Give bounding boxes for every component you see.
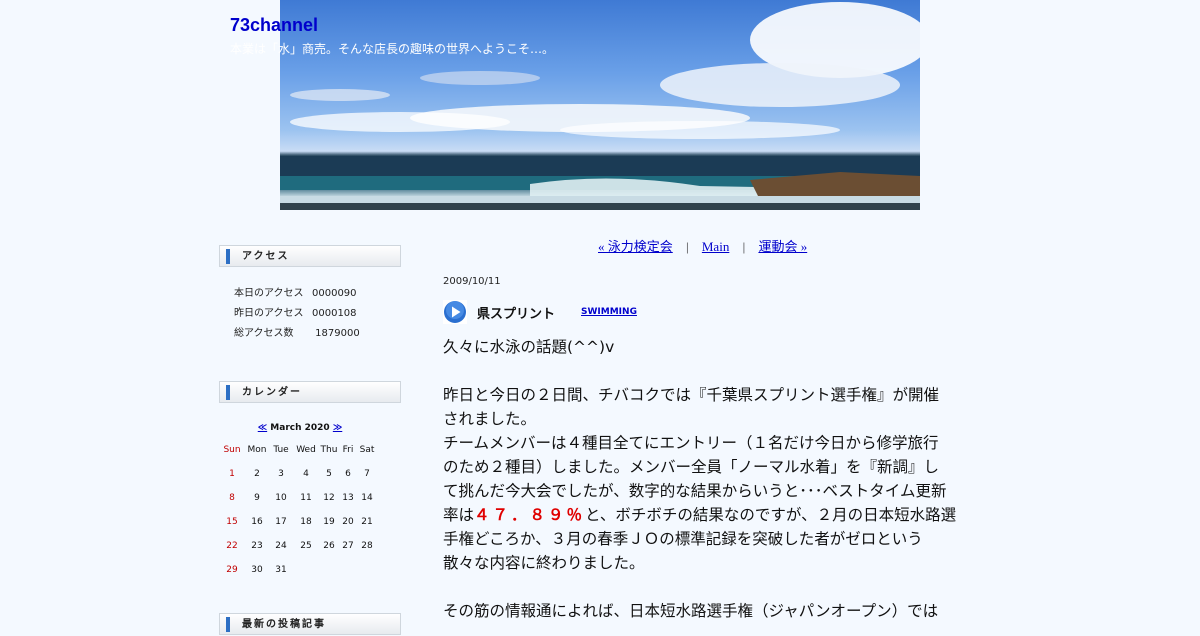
post-line: 散々な内容に終わりました。 [443, 554, 645, 572]
calendar-day: 10 [275, 493, 287, 503]
post-line: 手権どころか、３月の春季ＪＯの標準記録を突破した者がゼロという [443, 530, 923, 548]
calendar-month: March 2020 [270, 423, 330, 433]
calendar-grid: Sun Mon Tue Wed Thu Fri Sat 1 2 3 4 5 6 7 8 9 10 11 12 13 14… [219, 444, 381, 588]
post-line: その筋の情報通によれば、日本短水路選手権（ジャパンオープン）では [443, 602, 939, 620]
post-line: されました。 [443, 410, 537, 428]
calendar-prev-link[interactable]: ≪ [258, 423, 267, 433]
access-row-total: 総アクセス数 1879000 [234, 326, 360, 346]
access-label: 総アクセス数 [234, 328, 294, 339]
post-line-rate: 率は４７．８９％と、ボチボチの結果なのですが、２月の日本短水路選 [443, 503, 973, 527]
calendar-day: 15 [226, 517, 238, 527]
calendar-day: 23 [251, 541, 263, 551]
post-line: チームメンバーは４種目全てにエントリー（１名だけ今日から修学旅行 [443, 434, 939, 452]
access-row-today: 本日のアクセス 0000090 [234, 286, 360, 306]
calendar-day: 22 [226, 541, 238, 551]
access-label: 本日のアクセス [234, 288, 304, 299]
post-body: 久々に水泳の話題(^^)v 昨日と今日の２日間、チバコクでは『千葉県スプリント選… [443, 335, 973, 623]
access-row-yesterday: 昨日のアクセス 0000108 [234, 306, 360, 326]
calendar-day: 2 [254, 469, 260, 479]
calendar-day: 13 [342, 493, 354, 503]
post-line: て挑んだ今大会でしたが、数字的な結果からいうと･･･ベストタイム更新 [443, 482, 947, 500]
calendar-day: 9 [254, 493, 260, 503]
site-title[interactable]: 73channel [230, 15, 318, 36]
rate-suffix: と、ボチボチの結果なのですが、２月の日本短水路選 [585, 506, 957, 524]
calendar-day: 3 [278, 469, 284, 479]
post-line: 久々に水泳の話題(^^)v [443, 338, 615, 356]
calendar-day: 12 [323, 493, 335, 503]
access-value: 0000108 [312, 308, 357, 319]
calendar-day: 21 [361, 517, 373, 527]
calendar-day: 18 [300, 517, 312, 527]
calendar-day: 1 [229, 469, 235, 479]
calendar-day: 17 [275, 517, 287, 527]
post-navigation: « 泳力検定会 | Main | 運動会 » [598, 236, 807, 255]
calendar-day: 20 [342, 517, 354, 527]
main-link[interactable]: Main [702, 239, 729, 254]
calendar-day: 27 [342, 541, 354, 551]
calendar-day: 24 [275, 541, 287, 551]
post-blank-line [443, 359, 973, 383]
calendar-weekday: Thu [320, 445, 338, 455]
access-value: 1879000 [312, 328, 360, 339]
calendar-heading: カレンダー [219, 381, 401, 403]
calendar-weekday: Wed [296, 445, 316, 455]
post-title[interactable]: 県スプリント [477, 303, 555, 322]
calendar-day: 11 [300, 493, 312, 503]
access-label: 昨日のアクセス [234, 308, 304, 319]
post-date: 2009/10/11 [443, 276, 501, 287]
post-category-link[interactable]: SWIMMING [581, 307, 637, 317]
rate-highlight: ４７．８９％ [474, 506, 586, 524]
calendar-title: ≪ March 2020 ≫ [219, 420, 381, 436]
site-subtitle: 本業は「水」商売。そんな店長の趣味の世界へようこそ…。 [230, 42, 555, 56]
next-post-link[interactable]: 運動会 » [758, 239, 807, 254]
post-title-row: 県スプリント SWIMMING [443, 299, 637, 325]
recent-posts-heading: 最新の投稿記事 [219, 613, 401, 635]
calendar-day: 4 [303, 469, 309, 479]
calendar-day: 8 [229, 493, 235, 503]
calendar-weekday: Fri [342, 445, 354, 455]
calendar-day: 6 [345, 469, 351, 479]
calendar-weekday: Mon [247, 445, 267, 455]
access-counter: 本日のアクセス 0000090 昨日のアクセス 0000108 総アクセス数 1… [234, 286, 360, 346]
calendar-day: 29 [226, 565, 238, 575]
calendar-weekday: Sat [359, 445, 375, 455]
calendar-day: 14 [361, 493, 373, 503]
calendar: ≪ March 2020 ≫ Sun Mon Tue Wed Thu Fri Sat 1 2 3 4… [219, 420, 381, 588]
nav-separator: | [742, 239, 746, 254]
nav-separator: | [686, 239, 689, 254]
post-line: 昨日と今日の２日間、チバコクでは『千葉県スプリント選手権』が開催 [443, 386, 940, 404]
header-banner-image [280, 0, 920, 210]
calendar-day: 7 [364, 469, 370, 479]
post-line: のため２種目）しました。メンバー全員「ノーマル水着」を『新調』し [443, 458, 940, 476]
calendar-day: 5 [326, 469, 332, 479]
calendar-day: 26 [323, 541, 335, 551]
play-icon [443, 300, 467, 324]
calendar-weekday: Tue [273, 445, 289, 455]
post-blank-line [443, 575, 973, 599]
calendar-day: 25 [300, 541, 312, 551]
calendar-day: 16 [251, 517, 263, 527]
calendar-next-link[interactable]: ≫ [333, 423, 342, 433]
rate-prefix: 率は [443, 506, 475, 524]
calendar-day: 19 [323, 517, 335, 527]
access-value: 0000090 [312, 288, 357, 299]
calendar-day: 31 [275, 565, 287, 575]
calendar-weekday: Sun [223, 445, 241, 455]
prev-post-link[interactable]: « 泳力検定会 [598, 239, 673, 254]
access-heading: アクセス [219, 245, 401, 267]
calendar-day: 28 [361, 541, 373, 551]
calendar-day: 30 [251, 565, 263, 575]
